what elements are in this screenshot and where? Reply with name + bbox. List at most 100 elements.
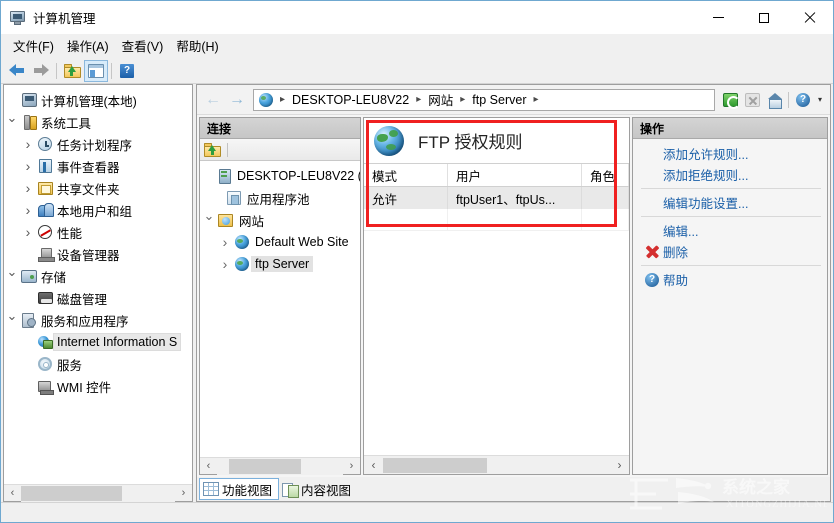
main-hscrollbar[interactable]: ‹ › xyxy=(364,455,629,474)
scroll-right-button[interactable]: › xyxy=(175,485,192,502)
chevron-right-icon[interactable] xyxy=(20,224,36,240)
conn-item-ftp-server[interactable]: ftp Server xyxy=(200,253,360,275)
chevron-right-icon[interactable] xyxy=(20,202,36,218)
tree-item-services[interactable]: 服务 xyxy=(4,353,192,375)
scroll-thumb[interactable] xyxy=(383,457,487,473)
tree-item-disk-management[interactable]: 磁盘管理 xyxy=(4,287,192,309)
chevron-down-icon[interactable] xyxy=(4,268,20,284)
column-header-mode[interactable]: 模式 xyxy=(364,164,448,186)
chevron-right-icon[interactable] xyxy=(20,180,36,196)
chevron-down-icon[interactable]: ▾ xyxy=(814,95,826,104)
scroll-left-button[interactable]: ‹ xyxy=(200,458,217,475)
tree-item-label: 计算机管理(本地) xyxy=(41,94,137,109)
tree-item-storage[interactable]: 存储 xyxy=(4,265,192,287)
iis-manager-pane: ← → ▸ DESKTOP-LEU8V22 ▸ 网站 ▸ ftp Server … xyxy=(196,84,831,502)
scroll-right-button[interactable]: › xyxy=(610,456,629,475)
menu-view[interactable]: 查看(V) xyxy=(118,34,173,58)
window-title: 计算机管理 xyxy=(33,12,96,26)
tree-item-wmi-control[interactable]: WMI 控件 xyxy=(4,375,192,397)
maximize-button[interactable] xyxy=(741,1,787,34)
close-button[interactable] xyxy=(787,1,833,34)
tree-item-label: 设备管理器 xyxy=(57,248,120,263)
iis-help-button[interactable]: ? xyxy=(792,89,814,111)
menu-file[interactable]: 文件(F) xyxy=(9,34,63,58)
iis-forward-button[interactable]: → xyxy=(225,89,249,111)
conn-item-app-pools[interactable]: 应用程序池 xyxy=(200,187,360,209)
refresh-icon xyxy=(722,92,740,109)
connections-tree: DESKTOP-LEU8V22 (DES 应用程序池 网站 xyxy=(200,161,360,457)
shared-folders-icon xyxy=(36,181,54,195)
breadcrumb[interactable]: ▸ DESKTOP-LEU8V22 ▸ 网站 ▸ ftp Server ▸ xyxy=(253,88,715,111)
home-button[interactable] xyxy=(763,89,785,111)
refresh-button[interactable] xyxy=(719,89,741,111)
cell-mode: 允许 xyxy=(364,187,448,209)
tree-item-services-and-applications[interactable]: 服务和应用程序 xyxy=(4,309,192,331)
chevron-right-icon[interactable] xyxy=(218,234,232,250)
action-edit[interactable]: 编辑... xyxy=(633,220,827,241)
computer-management-window: 计算机管理 文件(F) 操作(A) 查看(V) 帮助(H) ? 计算机管理(本地… xyxy=(0,0,834,523)
scroll-right-button[interactable]: › xyxy=(343,458,360,475)
tree-item-task-scheduler[interactable]: 任务计划程序 xyxy=(4,133,192,155)
breadcrumb-server[interactable]: DESKTOP-LEU8V22 xyxy=(290,93,411,107)
scroll-left-button[interactable]: ‹ xyxy=(364,456,383,475)
action-add-deny-rule[interactable]: 添加拒绝规则... xyxy=(633,164,827,185)
conn-item-sites[interactable]: 网站 xyxy=(200,209,360,231)
breadcrumb-separator: ▸ xyxy=(416,94,422,105)
breadcrumb-sites[interactable]: 网站 xyxy=(426,90,455,109)
connections-hscrollbar[interactable]: ‹ › xyxy=(200,457,360,475)
chevron-right-icon[interactable] xyxy=(218,256,232,272)
chevron-down-icon[interactable] xyxy=(202,212,216,228)
disk-management-icon xyxy=(36,292,54,304)
console-tree-hscrollbar[interactable]: ‹ › xyxy=(4,484,192,502)
table-row[interactable]: 允许 ftpUser1、ftpUs... xyxy=(364,187,629,209)
actions-list: 添加允许规则... 添加拒绝规则... 编辑功能设置... 编辑... 删除 ?… xyxy=(633,139,827,474)
chevron-down-icon[interactable] xyxy=(4,114,20,130)
globe-icon xyxy=(374,125,404,156)
scroll-track[interactable] xyxy=(217,457,343,475)
scroll-track[interactable] xyxy=(383,456,610,475)
toolbar-back-button[interactable] xyxy=(5,60,29,82)
toolbar-forward-button[interactable] xyxy=(29,60,53,82)
actions-panel: 操作 添加允许规则... 添加拒绝规则... 编辑功能设置... 编辑... 删… xyxy=(632,117,828,475)
iis-back-button[interactable]: ← xyxy=(201,89,225,111)
conn-item-default-web-site[interactable]: Default Web Site xyxy=(200,231,360,253)
toolbar-properties-button[interactable] xyxy=(84,59,108,82)
toolbar-up-button[interactable] xyxy=(60,60,84,82)
stop-button[interactable] xyxy=(741,89,763,111)
action-help[interactable]: ? 帮助 xyxy=(633,269,827,290)
console-tree-pane: 计算机管理(本地) 系统工具 任务计划程序 事件查看器 xyxy=(3,84,193,502)
action-edit-feature-settings[interactable]: 编辑功能设置... xyxy=(633,192,827,213)
tab-features-view[interactable]: 功能视图 xyxy=(199,478,280,500)
action-delete[interactable]: 删除 xyxy=(633,241,827,262)
tree-item-device-manager[interactable]: 设备管理器 xyxy=(4,243,192,265)
chevron-right-icon[interactable] xyxy=(20,136,36,152)
action-label: 帮助 xyxy=(663,274,689,288)
toolbar-help-button[interactable]: ? xyxy=(115,60,139,82)
menu-help[interactable]: 帮助(H) xyxy=(172,34,227,58)
column-header-role[interactable]: 角色 xyxy=(582,164,629,186)
website-globe-icon xyxy=(232,235,251,249)
action-add-allow-rule[interactable]: 添加允许规则... xyxy=(633,143,827,164)
chevron-down-icon[interactable] xyxy=(4,312,20,328)
window-controls xyxy=(695,1,833,34)
chevron-right-icon[interactable] xyxy=(20,158,36,174)
tree-item-system-tools[interactable]: 系统工具 xyxy=(4,111,192,133)
minimize-button[interactable] xyxy=(695,1,741,34)
column-header-user[interactable]: 用户 xyxy=(448,164,582,186)
tree-item-iis[interactable]: Internet Information S xyxy=(4,331,192,353)
tree-item-shared-folders[interactable]: 共享文件夹 xyxy=(4,177,192,199)
tree-item-computer-management[interactable]: 计算机管理(本地) xyxy=(4,89,192,111)
tree-item-local-users-groups[interactable]: 本地用户和组 xyxy=(4,199,192,221)
actions-header: 操作 xyxy=(633,118,827,139)
tree-item-performance[interactable]: 性能 xyxy=(4,221,192,243)
scroll-thumb[interactable] xyxy=(229,458,301,474)
scroll-track[interactable] xyxy=(21,484,175,502)
breadcrumb-ftp-server[interactable]: ftp Server xyxy=(470,93,528,107)
folder-up-icon[interactable] xyxy=(204,142,221,157)
menu-action[interactable]: 操作(A) xyxy=(63,34,118,58)
scroll-left-button[interactable]: ‹ xyxy=(4,485,21,502)
scroll-thumb[interactable] xyxy=(21,485,122,501)
tab-content-view[interactable]: 内容视图 xyxy=(279,478,357,500)
tree-item-event-viewer[interactable]: 事件查看器 xyxy=(4,155,192,177)
conn-item-server[interactable]: DESKTOP-LEU8V22 (DES xyxy=(200,165,360,187)
